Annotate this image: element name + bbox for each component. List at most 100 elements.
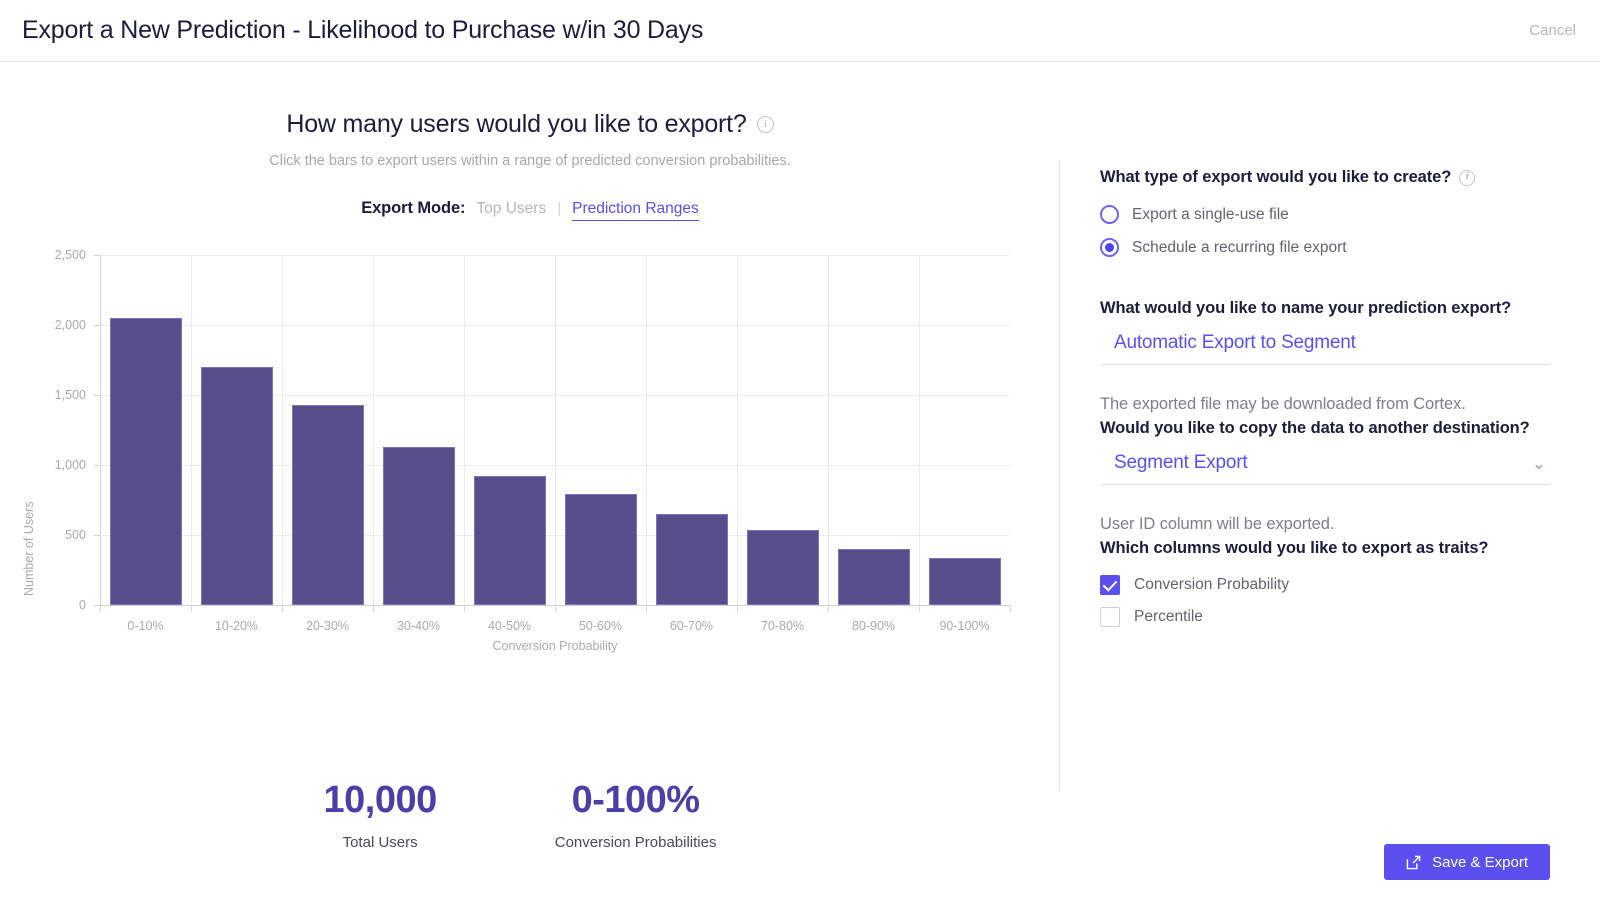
radio-recurring-label: Schedule a recurring file export — [1132, 238, 1347, 256]
chart-bar[interactable] — [928, 558, 1001, 605]
x-gridline — [464, 255, 465, 605]
export-mode-label: Export Mode: — [361, 199, 466, 217]
y-axis-tick-mark — [94, 255, 100, 256]
x-gridline — [828, 255, 829, 605]
chart-bar[interactable] — [200, 367, 273, 605]
export-name-field[interactable] — [1100, 332, 1550, 365]
save-and-export-label: Save & Export — [1432, 853, 1528, 871]
x-axis-tick-mark — [919, 605, 920, 612]
y-axis-line — [100, 255, 101, 605]
summary-stat: 0-100% Conversion Probabilities — [554, 779, 717, 851]
export-name-input[interactable] — [1114, 332, 1550, 354]
radio-single-use-file[interactable]: Export a single-use file — [1100, 205, 1550, 224]
destination-select[interactable]: Segment Export ⌄ — [1100, 452, 1550, 485]
y-axis-tick-mark — [94, 325, 100, 326]
traits-question: Which columns would you like to export a… — [1100, 539, 1550, 558]
x-gridline — [646, 255, 647, 605]
destination-selected-value: Segment Export — [1114, 452, 1248, 473]
x-axis-tick-mark — [828, 605, 829, 612]
export-type-question-text: What type of export would you like to cr… — [1100, 168, 1452, 186]
radio-recurring-export[interactable]: Schedule a recurring file export — [1100, 238, 1550, 257]
export-mode-prediction-ranges[interactable]: Prediction Ranges — [572, 200, 699, 221]
x-axis-tick-mark — [555, 605, 556, 612]
chart-bar[interactable] — [564, 494, 637, 605]
bar-chart: Number of Users 0 500 1,000 1,500 2,000 2,500… — [0, 241, 1060, 671]
chevron-down-icon[interactable]: ⌄ — [1532, 455, 1546, 472]
y-axis-tick-mark — [94, 535, 100, 536]
traits-checkbox-list: Conversion Probability Percentile — [1100, 575, 1550, 627]
export-mode-selector: Export Mode: Top Users | Prediction Rang… — [0, 199, 1060, 221]
summary-stats: 10,000 Total Users 0-100% Conversion Probab… — [0, 779, 1040, 851]
y-axis-tick-label: 1,000 — [54, 458, 86, 472]
x-gridline — [555, 255, 556, 605]
chart-bar[interactable] — [473, 475, 546, 605]
traits-note: User ID column will be exported. — [1100, 515, 1335, 533]
info-icon[interactable]: i — [1459, 169, 1476, 186]
y-axis-tick-label: 0 — [79, 598, 86, 612]
export-settings-panel: What type of export would you like to cr… — [1100, 0, 1550, 639]
chart-bar[interactable] — [655, 514, 728, 605]
trait-checkbox-label: Conversion Probability — [1134, 576, 1290, 593]
external-link-icon — [1406, 855, 1421, 869]
x-axis-tick-label: 80-90% — [851, 619, 896, 633]
chart-bar[interactable] — [746, 530, 819, 605]
trait-checkbox-row[interactable]: Conversion Probability — [1100, 575, 1550, 595]
summary-stat: 10,000 Total Users — [323, 779, 438, 851]
x-axis-tick-label: 60-70% — [669, 619, 714, 633]
x-axis-tick-mark — [646, 605, 647, 612]
y-axis-tick-label: 2,000 — [54, 318, 86, 332]
chart-bar[interactable] — [382, 446, 455, 605]
y-axis-tick-label: 1,500 — [54, 388, 86, 402]
trait-checkbox-label: Percentile — [1134, 608, 1203, 625]
info-icon[interactable]: i — [756, 116, 774, 133]
destination-question: Would you like to copy the data to anoth… — [1100, 419, 1550, 438]
summary-stat-label: Total Users — [342, 833, 418, 851]
x-axis-tick-label: 50-60% — [578, 619, 623, 633]
summary-stat-value: 10,000 — [323, 779, 438, 821]
x-gridline — [737, 255, 738, 605]
summary-stat-label: Conversion Probabilities — [554, 833, 717, 851]
y-axis-title: Number of Users — [22, 501, 36, 596]
chart-panel: How many users would you like to export?… — [0, 62, 1060, 920]
x-axis-tick-mark — [100, 605, 101, 612]
x-axis-tick-label: 20-30% — [305, 619, 350, 633]
y-axis-tick-mark — [94, 465, 100, 466]
vertical-divider — [1059, 160, 1060, 790]
x-axis-tick-mark — [1010, 605, 1011, 612]
x-axis-tick-label: 40-50% — [487, 619, 532, 633]
x-gridline — [191, 255, 192, 605]
summary-stat-value: 0-100% — [571, 779, 700, 821]
x-axis-tick-label: 0-10% — [127, 619, 164, 633]
x-gridline — [373, 255, 374, 605]
y-axis-tick-label: 2,500 — [54, 248, 86, 262]
radio-unchecked-icon[interactable] — [1100, 205, 1119, 224]
save-and-export-button[interactable]: Save & Export — [1384, 844, 1550, 880]
x-axis-tick-mark — [373, 605, 374, 612]
destination-note: The exported file may be downloaded from… — [1100, 395, 1466, 413]
radio-checked-icon[interactable] — [1100, 238, 1119, 257]
chart-question-text: How many users would you like to export? — [286, 110, 747, 138]
chart-bar[interactable] — [837, 549, 910, 605]
chart-subtitle: Click the bars to export users within a … — [269, 153, 791, 169]
x-gridline — [282, 255, 283, 605]
x-axis-tick-label: 30-40% — [396, 619, 441, 633]
export-name-question: What would you like to name your predict… — [1100, 299, 1550, 318]
export-mode-top-users[interactable]: Top Users — [476, 200, 546, 218]
chart-bar[interactable] — [291, 404, 364, 605]
export-type-question: What type of export would you like to cr… — [1100, 168, 1550, 187]
destination-question-text: Would you like to copy the data to anoth… — [1100, 419, 1530, 437]
export-mode-separator: | — [557, 200, 562, 217]
x-gridline — [919, 255, 920, 605]
checkbox-unchecked-icon[interactable] — [1100, 607, 1120, 627]
x-axis-tick-mark — [464, 605, 465, 612]
x-axis-tick-mark — [737, 605, 738, 612]
traits-question-text: Which columns would you like to export a… — [1100, 539, 1489, 557]
x-axis-tick-label: 70-80% — [760, 619, 805, 633]
x-axis-tick-mark — [282, 605, 283, 612]
y-axis-tick-label: 500 — [65, 528, 86, 542]
radio-single-use-label: Export a single-use file — [1132, 205, 1289, 223]
checkbox-checked-icon[interactable] — [1100, 575, 1120, 595]
chart-bar[interactable] — [109, 318, 182, 605]
x-axis-tick-mark — [191, 605, 192, 612]
trait-checkbox-row[interactable]: Percentile — [1100, 607, 1550, 627]
